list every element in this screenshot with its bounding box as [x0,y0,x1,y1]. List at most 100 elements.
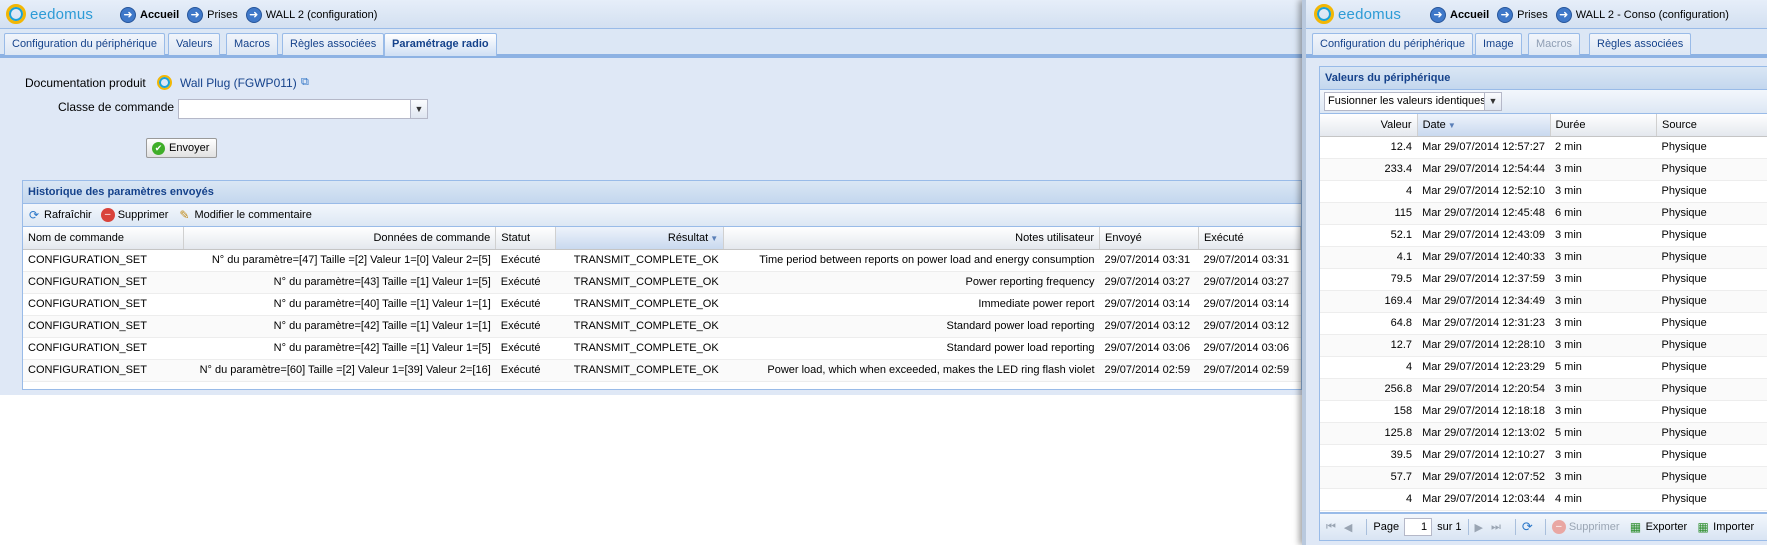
edit-comment-button[interactable]: ✎ Modifier le commentaire [177,208,311,222]
sort-down-icon[interactable]: ▼ [1448,121,1456,130]
tab-image[interactable]: Image [1475,33,1522,55]
value-row[interactable]: 4 Mar 29/07/2014 12:23:29 5 min Physique [1320,356,1767,379]
value-row[interactable]: 12.4 Mar 29/07/2014 12:57:27 2 min Physique [1320,136,1767,159]
value-row[interactable]: 39.5 Mar 29/07/2014 12:10:27 3 min Physique [1320,444,1767,467]
cell-valeur: 125.8 [1320,422,1418,445]
next-page-icon[interactable]: ▶ [1475,521,1483,534]
value-row[interactable]: 12.7 Mar 29/07/2014 12:28:10 3 min Physique [1320,334,1767,357]
refresh-icon[interactable]: ⟳ [1522,519,1533,535]
col-execute[interactable]: Exécuté [1198,227,1302,250]
export-button[interactable]: ▦ Exporter [1629,520,1687,534]
value-row[interactable]: 256.8 Mar 29/07/2014 12:20:54 3 min Physiqu… [1320,378,1767,401]
value-row[interactable]: 64.8 Mar 29/07/2014 12:31:23 3 min Physique [1320,312,1767,335]
value-row[interactable]: 115 Mar 29/07/2014 12:45:48 6 min Physique [1320,202,1767,225]
refresh-button[interactable]: ⟳ Rafraîchir [27,208,92,222]
delete-icon: – [1551,520,1566,534]
history-row[interactable]: CONFIGURATION_SET N° du paramètre=[42] Ta… [23,337,1301,360]
crumb-label: WALL 2 (configuration) [265,9,378,21]
cell-resultat: TRANSMIT_COMPLETE_OK [555,337,724,360]
col-valeur[interactable]: Valeur [1320,114,1418,137]
col-resultat[interactable]: Résultat ▼ [555,227,725,250]
external-link-icon[interactable]: ⧉ [301,76,309,89]
col-duree[interactable]: Durée [1550,114,1658,137]
pencil-icon: ✎ [179,208,190,222]
history-row[interactable]: CONFIGURATION_SET N° du paramètre=[60] Ta… [23,359,1301,382]
crumb-wall2-conso[interactable]: ➜ WALL 2 - Conso (configuration) [1555,7,1729,23]
chevron-down-icon[interactable]: ▼ [410,100,427,118]
merge-select-value: Fusionner les valeurs identiques [1328,95,1486,107]
col-envoye[interactable]: Envoyé [1099,227,1199,250]
tab-configuration[interactable]: Configuration du périphérique [1312,33,1473,55]
doc-link[interactable]: Wall Plug (FGWP011) [180,76,297,90]
cell-source: Physique [1656,268,1767,291]
cell-execute: 29/07/2014 03:27 [1198,271,1301,294]
cell-source: Physique [1656,136,1767,159]
cell-resultat: TRANSMIT_COMPLETE_OK [555,271,724,294]
eedomus-logo[interactable]: eedomus [6,4,93,24]
cell-date: Mar 29/07/2014 12:10:27 [1417,444,1550,467]
import-label: Importer [1713,521,1755,533]
tab-regles[interactable]: Règles associées [282,33,385,55]
tab-valeurs[interactable]: Valeurs [168,33,221,55]
value-row[interactable]: 79.5 Mar 29/07/2014 12:37:59 3 min Physique [1320,268,1767,291]
col-source[interactable]: Source [1656,114,1767,137]
doc-label: Documentation produit [25,76,146,90]
crumb-prises[interactable]: ➜ Prises [187,7,238,23]
cell-valeur: 4 [1320,488,1418,511]
value-row[interactable]: 233.4 Mar 29/07/2014 12:54:44 3 min Physiqu… [1320,158,1767,181]
history-header-row: Nom de commande Données de commande Stat… [23,227,1302,250]
col-date[interactable]: Date ▼ [1417,114,1551,137]
send-button[interactable]: ✔ Envoyer [146,138,218,158]
last-page-icon[interactable]: ⏭ [1491,521,1501,534]
crumb-accueil[interactable]: ➜ Accueil [120,7,179,23]
cell-source: Physique [1656,246,1767,269]
col-nom-commande[interactable]: Nom de commande [23,227,185,250]
history-row[interactable]: CONFIGURATION_SET N° du paramètre=[47] Ta… [23,249,1301,272]
page-input[interactable]: 1 [1404,518,1433,536]
logo-icon [6,4,26,24]
class-select[interactable]: ▼ [178,99,428,119]
history-row[interactable]: CONFIGURATION_SET N° du paramètre=[40] Ta… [23,293,1301,316]
col-donnees-commande[interactable]: Données de commande [183,227,497,250]
cell-execute: 29/07/2014 03:14 [1198,293,1301,316]
history-row[interactable]: CONFIGURATION_SET N° du paramètre=[43] Ta… [23,271,1301,294]
delete-button[interactable]: – Supprimer [100,208,168,222]
tab-macros[interactable]: Macros [226,33,279,55]
value-row[interactable]: 52.1 Mar 29/07/2014 12:43:09 3 min Physique [1320,224,1767,247]
tab-parametrage-radio[interactable]: Paramétrage radio [384,33,497,56]
first-page-icon[interactable]: ⏮ [1326,521,1336,534]
cell-source: Physique [1656,378,1767,401]
cell-date: Mar 29/07/2014 12:07:52 [1417,466,1550,489]
value-row[interactable]: 158 Mar 29/07/2014 12:18:18 3 min Physique [1320,400,1767,423]
magnifier-icon [157,75,172,90]
cell-valeur: 39.5 [1320,444,1418,467]
crumb-accueil[interactable]: ➜ Accueil [1430,7,1489,23]
sort-down-icon[interactable]: ▼ [710,234,718,243]
value-row[interactable]: 4 Mar 29/07/2014 12:03:44 4 min Physique [1320,488,1767,511]
crumb-prises[interactable]: ➜ Prises [1497,7,1548,23]
class-label: Classe de commande [58,100,175,114]
value-row[interactable]: 4.1 Mar 29/07/2014 12:40:33 3 min Physique [1320,246,1767,269]
separator [1514,519,1516,535]
merge-select[interactable]: Fusionner les valeurs identiques ▼ [1324,92,1502,111]
breadcrumb: ➜ Accueil ➜ Prises ➜ WALL 2 (configurati… [120,7,385,23]
import-button[interactable]: ▦ Importer [1696,520,1754,534]
separator [1467,519,1469,535]
col-notes[interactable]: Notes utilisateur [723,227,1100,250]
value-row[interactable]: 4 Mar 29/07/2014 12:52:10 3 min Physique [1320,180,1767,203]
tab-configuration[interactable]: Configuration du périphérique [4,33,165,55]
chevron-down-icon[interactable]: ▼ [1484,93,1501,110]
cell-duree: 3 min [1550,312,1657,335]
history-row[interactable]: CONFIGURATION_SET N° du paramètre=[42] Ta… [23,315,1301,338]
cell-statut: Exécuté [495,249,556,272]
value-row[interactable]: 169.4 Mar 29/07/2014 12:34:49 3 min Physiqu… [1320,290,1767,313]
prev-page-icon[interactable]: ◀ [1344,521,1352,534]
tab-regles[interactable]: Règles associées [1589,33,1692,55]
value-row[interactable]: 57.7 Mar 29/07/2014 12:07:52 3 min Physique [1320,466,1767,489]
col-statut[interactable]: Statut [495,227,557,250]
crumb-wall2[interactable]: ➜ WALL 2 (configuration) [245,7,378,23]
value-row[interactable]: 125.8 Mar 29/07/2014 12:13:02 5 min Physiqu… [1320,422,1767,445]
cell-date: Mar 29/07/2014 12:03:44 [1417,488,1550,511]
eedomus-logo[interactable]: eedomus [1314,4,1401,24]
cell-notes: Power reporting frequency [723,271,1100,294]
